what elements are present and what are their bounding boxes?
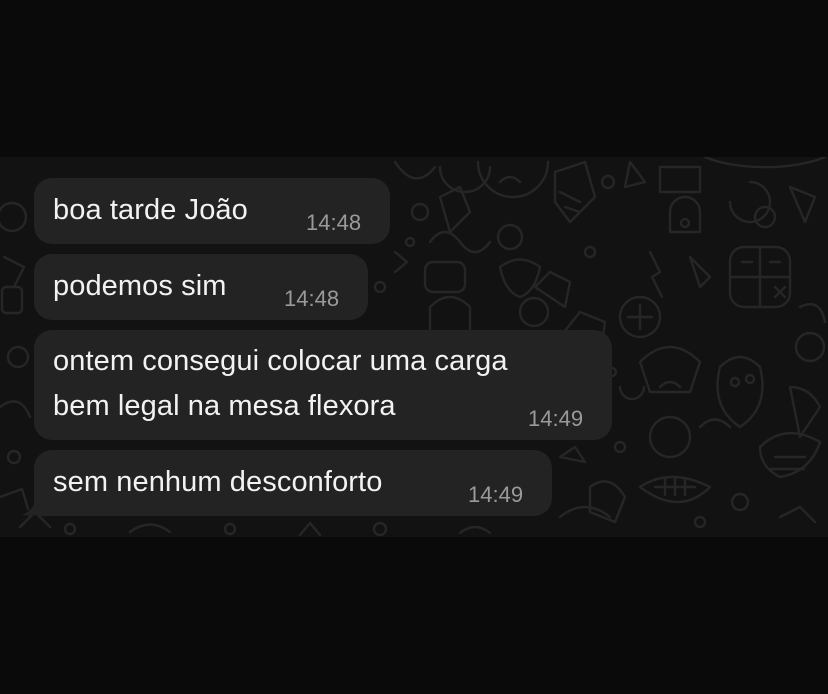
message-text: podemos sim	[53, 270, 227, 302]
chat-screen: boa tarde João 14:48 podemos sim 14:48 o…	[0, 0, 828, 694]
message-timestamp: 14:49	[528, 406, 584, 431]
message-timestamp: 14:49	[468, 482, 524, 507]
message-bubble[interactable]: boa tarde João 14:48	[34, 178, 390, 244]
message-bubble[interactable]: ontem consegui colocar uma carga bem leg…	[34, 330, 612, 440]
chat-thread[interactable]: boa tarde João 14:48 podemos sim 14:48 o…	[0, 157, 828, 537]
message-bubble[interactable]: sem nenhum desconforto 14:49	[34, 450, 552, 516]
message-text: sem nenhum desconforto	[53, 466, 383, 498]
message-text: boa tarde João	[53, 194, 248, 226]
message-timestamp: 14:48	[284, 286, 340, 311]
message-timestamp: 14:48	[306, 210, 362, 235]
message-bubble[interactable]: podemos sim 14:48	[34, 254, 368, 320]
message-text: ontem consegui colocar uma carga bem leg…	[53, 345, 508, 422]
